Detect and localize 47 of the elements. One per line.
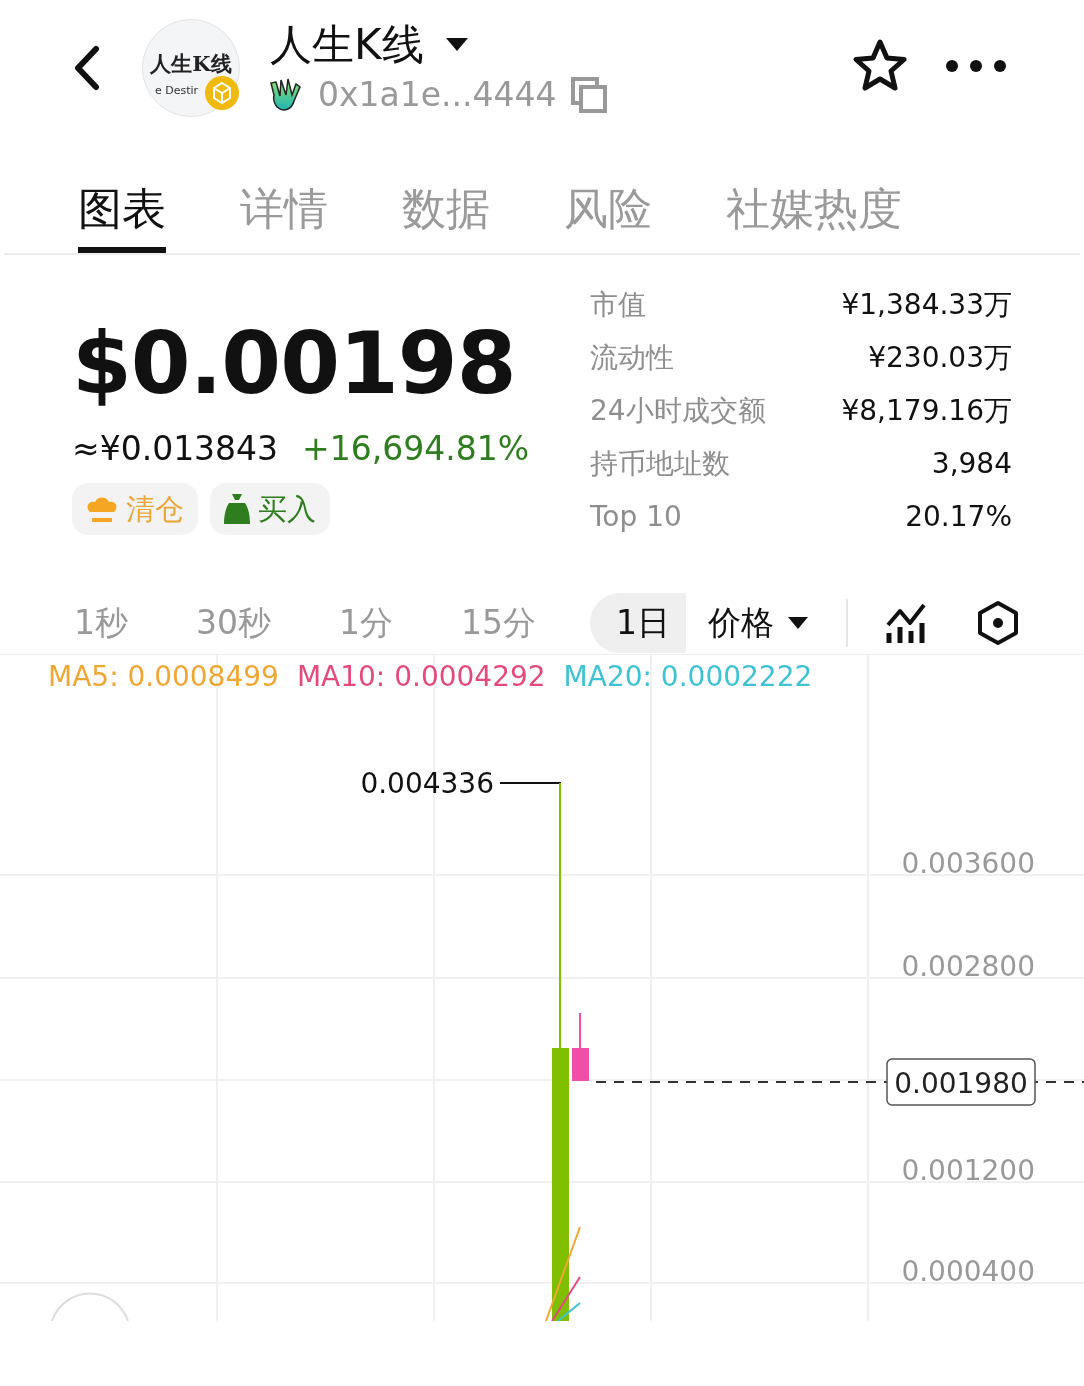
axis-label: 0.001200 (901, 1154, 1035, 1187)
stat-label: 24小时成交额 (590, 393, 767, 429)
price-mode-dropdown[interactable]: 价格 (708, 602, 808, 643)
interval-tab[interactable]: 15分 (447, 592, 550, 653)
tab[interactable]: 数据 (402, 183, 490, 253)
star-icon[interactable] (852, 38, 908, 94)
axis-label: 0.000400 (901, 1255, 1035, 1288)
caret-icon[interactable] (445, 37, 468, 52)
copy-icon[interactable] (570, 76, 607, 113)
axis-label: 0.003600 (901, 847, 1035, 880)
avatar-subtext: e Destir (155, 83, 199, 97)
tab[interactable]: 详情 (240, 183, 328, 253)
stat-value: 20.17% (904, 499, 1012, 535)
candle (572, 1012, 589, 1081)
interval-tab[interactable]: 1分 (325, 592, 407, 653)
stat-label: Top 10 (590, 499, 683, 535)
token-title: 人生K线 (270, 19, 424, 70)
avatar-text: 人生K线 (150, 49, 232, 78)
tab[interactable]: 风险 (564, 183, 652, 253)
interval-tab[interactable]: 1秒 (60, 592, 142, 653)
stat-value: ¥230.03万 (867, 340, 1012, 376)
interval-tab[interactable]: 30秒 (182, 592, 285, 653)
tab[interactable]: 社媒热度 (726, 183, 902, 253)
contract-address: 0x1a1e...4444 (318, 73, 557, 116)
tab[interactable]: 图表 (78, 183, 166, 253)
more-icon[interactable] (945, 58, 1007, 74)
token-price: $0.00198 (72, 313, 517, 413)
ma-value: MA10: 0.0004292 (296, 659, 546, 695)
stat-label: 持币地址数 (590, 446, 731, 482)
scroll-handle[interactable] (51, 1292, 129, 1321)
stat-value: 3,984 (930, 446, 1012, 482)
axis-label: 0.002800 (901, 950, 1035, 983)
sell-all-button[interactable]: 清仓 (72, 483, 198, 535)
stat-value: ¥8,179.16万 (840, 393, 1012, 429)
ma-value: MA20: 0.0002222 (563, 659, 813, 695)
caret-icon (788, 616, 808, 629)
cny-price: ≈¥0.013843 (72, 429, 279, 469)
stat-label: 市值 (590, 287, 647, 323)
settings-icon[interactable] (976, 599, 1020, 646)
price-change: +16,694.81% (302, 429, 530, 469)
interval-tab[interactable]: 1日 (590, 592, 686, 653)
stat-label: 流动性 (590, 340, 675, 376)
stat-value: ¥1,384.33万 (840, 287, 1012, 323)
money-bag-icon (224, 493, 250, 525)
buy-button[interactable]: 买入 (210, 483, 330, 535)
ma-value: MA5: 0.0008499 (48, 659, 279, 695)
current-price-label: 0.001980 (886, 1058, 1036, 1106)
